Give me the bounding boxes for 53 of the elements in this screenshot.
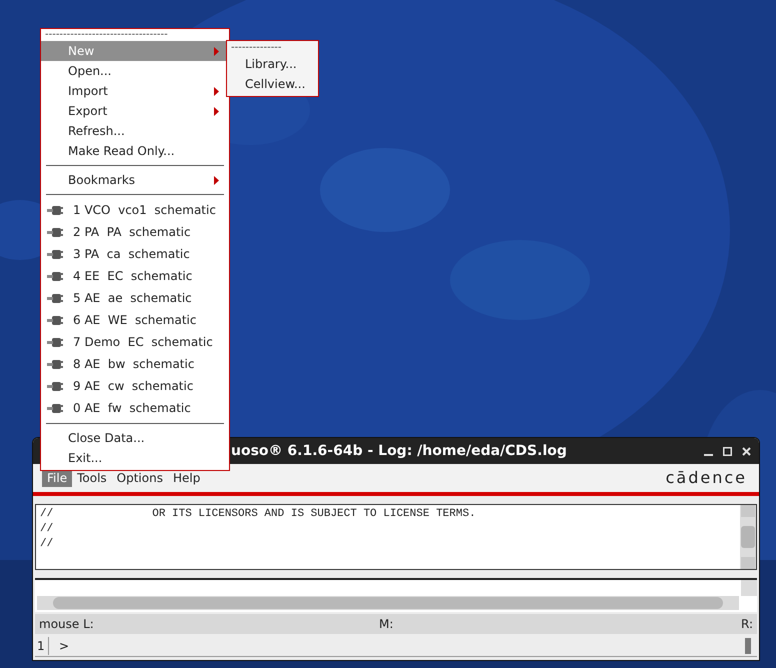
recent-file-item[interactable]: 3 PA ca schematic: [41, 243, 229, 265]
menu-bar-item[interactable]: Help: [168, 469, 206, 487]
recent-file-item[interactable]: 4 EE EC schematic: [41, 265, 229, 287]
plug-icon: [47, 316, 63, 324]
status-label: mouse L:: [39, 616, 95, 633]
submenu-arrow-icon: [214, 107, 219, 116]
scroll-handle[interactable]: [745, 638, 751, 654]
recent-file-item[interactable]: 7 Demo EC schematic: [41, 331, 229, 353]
window-title: uoso® 6.1.6-64b - Log: /home/eda/CDS.log: [231, 442, 567, 460]
status-label: R:: [740, 616, 753, 633]
recent-file-item[interactable]: 5 AE ae schematic: [41, 287, 229, 309]
recent-file-item[interactable]: 6 AE WE schematic: [41, 309, 229, 331]
recent-file-item[interactable]: 2 PA PA schematic: [41, 221, 229, 243]
menu-item[interactable]: Make Read Only...: [41, 141, 229, 161]
recent-file-item[interactable]: 8 AE bw schematic: [41, 353, 229, 375]
plug-icon: [47, 272, 63, 280]
plug-icon: [47, 360, 63, 368]
submenu-arrow-icon: [214, 176, 219, 185]
vertical-scrollbar[interactable]: [741, 580, 757, 596]
command-prompt: >: [58, 638, 70, 654]
menu-item[interactable]: Library...: [227, 54, 318, 74]
menu-item[interactable]: Refresh...: [41, 121, 229, 141]
log-text: // OR ITS LICENSORS AND IS SUBJECT TO LICENSE TERMS. // //: [39, 507, 477, 552]
vertical-scrollbar[interactable]: [740, 505, 756, 569]
tear-off-line[interactable]: ----------------------------------: [41, 29, 229, 41]
plug-icon: [47, 206, 63, 214]
line-number: 1: [35, 636, 49, 654]
recent-file-item[interactable]: 1 VCO vco1 schematic: [41, 199, 229, 221]
submenu-arrow-icon: [214, 87, 219, 96]
recent-file-item[interactable]: 9 AE cw schematic: [41, 375, 229, 397]
menu-item[interactable]: Close Data...: [41, 428, 229, 448]
menu-bar-item[interactable]: Tools: [72, 469, 112, 487]
plug-icon: [47, 250, 63, 258]
recent-file-item[interactable]: 0 AE fw schematic: [41, 397, 229, 419]
status-label: M:: [379, 616, 394, 633]
menu-item[interactable]: Cellview...: [227, 74, 318, 94]
menu-bar-item[interactable]: Options: [112, 469, 168, 487]
close-icon[interactable]: [742, 446, 751, 456]
submenu-arrow-icon: [214, 47, 219, 56]
menu-item[interactable]: Bookmarks: [41, 170, 229, 190]
plug-icon: [47, 228, 63, 236]
menu-item[interactable]: Exit...: [41, 448, 229, 468]
tear-off-line[interactable]: --------------: [227, 41, 318, 54]
plug-icon: [47, 404, 63, 412]
horizontal-scrollbar[interactable]: [37, 596, 739, 610]
menu-item[interactable]: Open...: [41, 61, 229, 81]
plug-icon: [47, 382, 63, 390]
plug-icon: [47, 294, 63, 302]
maximize-icon[interactable]: [723, 446, 732, 456]
plug-icon: [47, 338, 63, 346]
menu-item[interactable]: Import: [41, 81, 229, 101]
menu-item[interactable]: Export: [41, 101, 229, 121]
company-logo: cādence: [666, 467, 747, 489]
